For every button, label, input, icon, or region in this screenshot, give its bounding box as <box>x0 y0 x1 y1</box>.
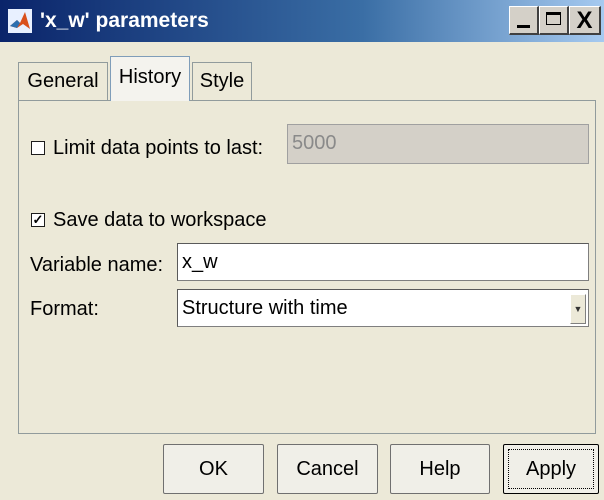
format-value: Structure with time <box>182 297 348 319</box>
tab-style[interactable]: Style <box>192 62 252 100</box>
checkmark-icon: ✓ <box>32 212 44 227</box>
matlab-logo-icon <box>8 9 32 33</box>
limit-data-checkbox[interactable] <box>31 141 45 155</box>
minimize-button[interactable] <box>509 6 539 35</box>
apply-button[interactable]: Apply <box>503 444 599 494</box>
title-bar[interactable]: 'x_w' parameters X <box>0 0 604 42</box>
format-dropdown[interactable]: Structure with time ▼ <box>177 289 589 327</box>
maximize-button[interactable] <box>539 6 569 35</box>
variable-name-label: Variable name: <box>30 254 164 276</box>
close-icon: X <box>576 7 593 34</box>
dropdown-arrow-icon[interactable]: ▼ <box>570 294 586 324</box>
variable-name-field[interactable]: x_w <box>177 243 589 281</box>
maximize-icon <box>546 12 561 25</box>
ok-button[interactable]: OK <box>163 444 264 494</box>
save-data-checkbox[interactable]: ✓ <box>31 213 45 227</box>
limit-data-label: Limit data points to last: <box>53 137 264 159</box>
format-label: Format: <box>30 298 99 320</box>
close-button[interactable]: X <box>569 6 601 35</box>
minimize-icon <box>517 25 530 28</box>
tab-history[interactable]: History <box>110 56 190 101</box>
help-button[interactable]: Help <box>390 444 490 494</box>
save-data-label: Save data to workspace <box>53 209 267 231</box>
cancel-button[interactable]: Cancel <box>277 444 378 494</box>
window-title: 'x_w' parameters <box>40 9 209 32</box>
tab-general[interactable]: General <box>18 62 108 100</box>
limit-data-field: 5000 <box>287 124 589 164</box>
